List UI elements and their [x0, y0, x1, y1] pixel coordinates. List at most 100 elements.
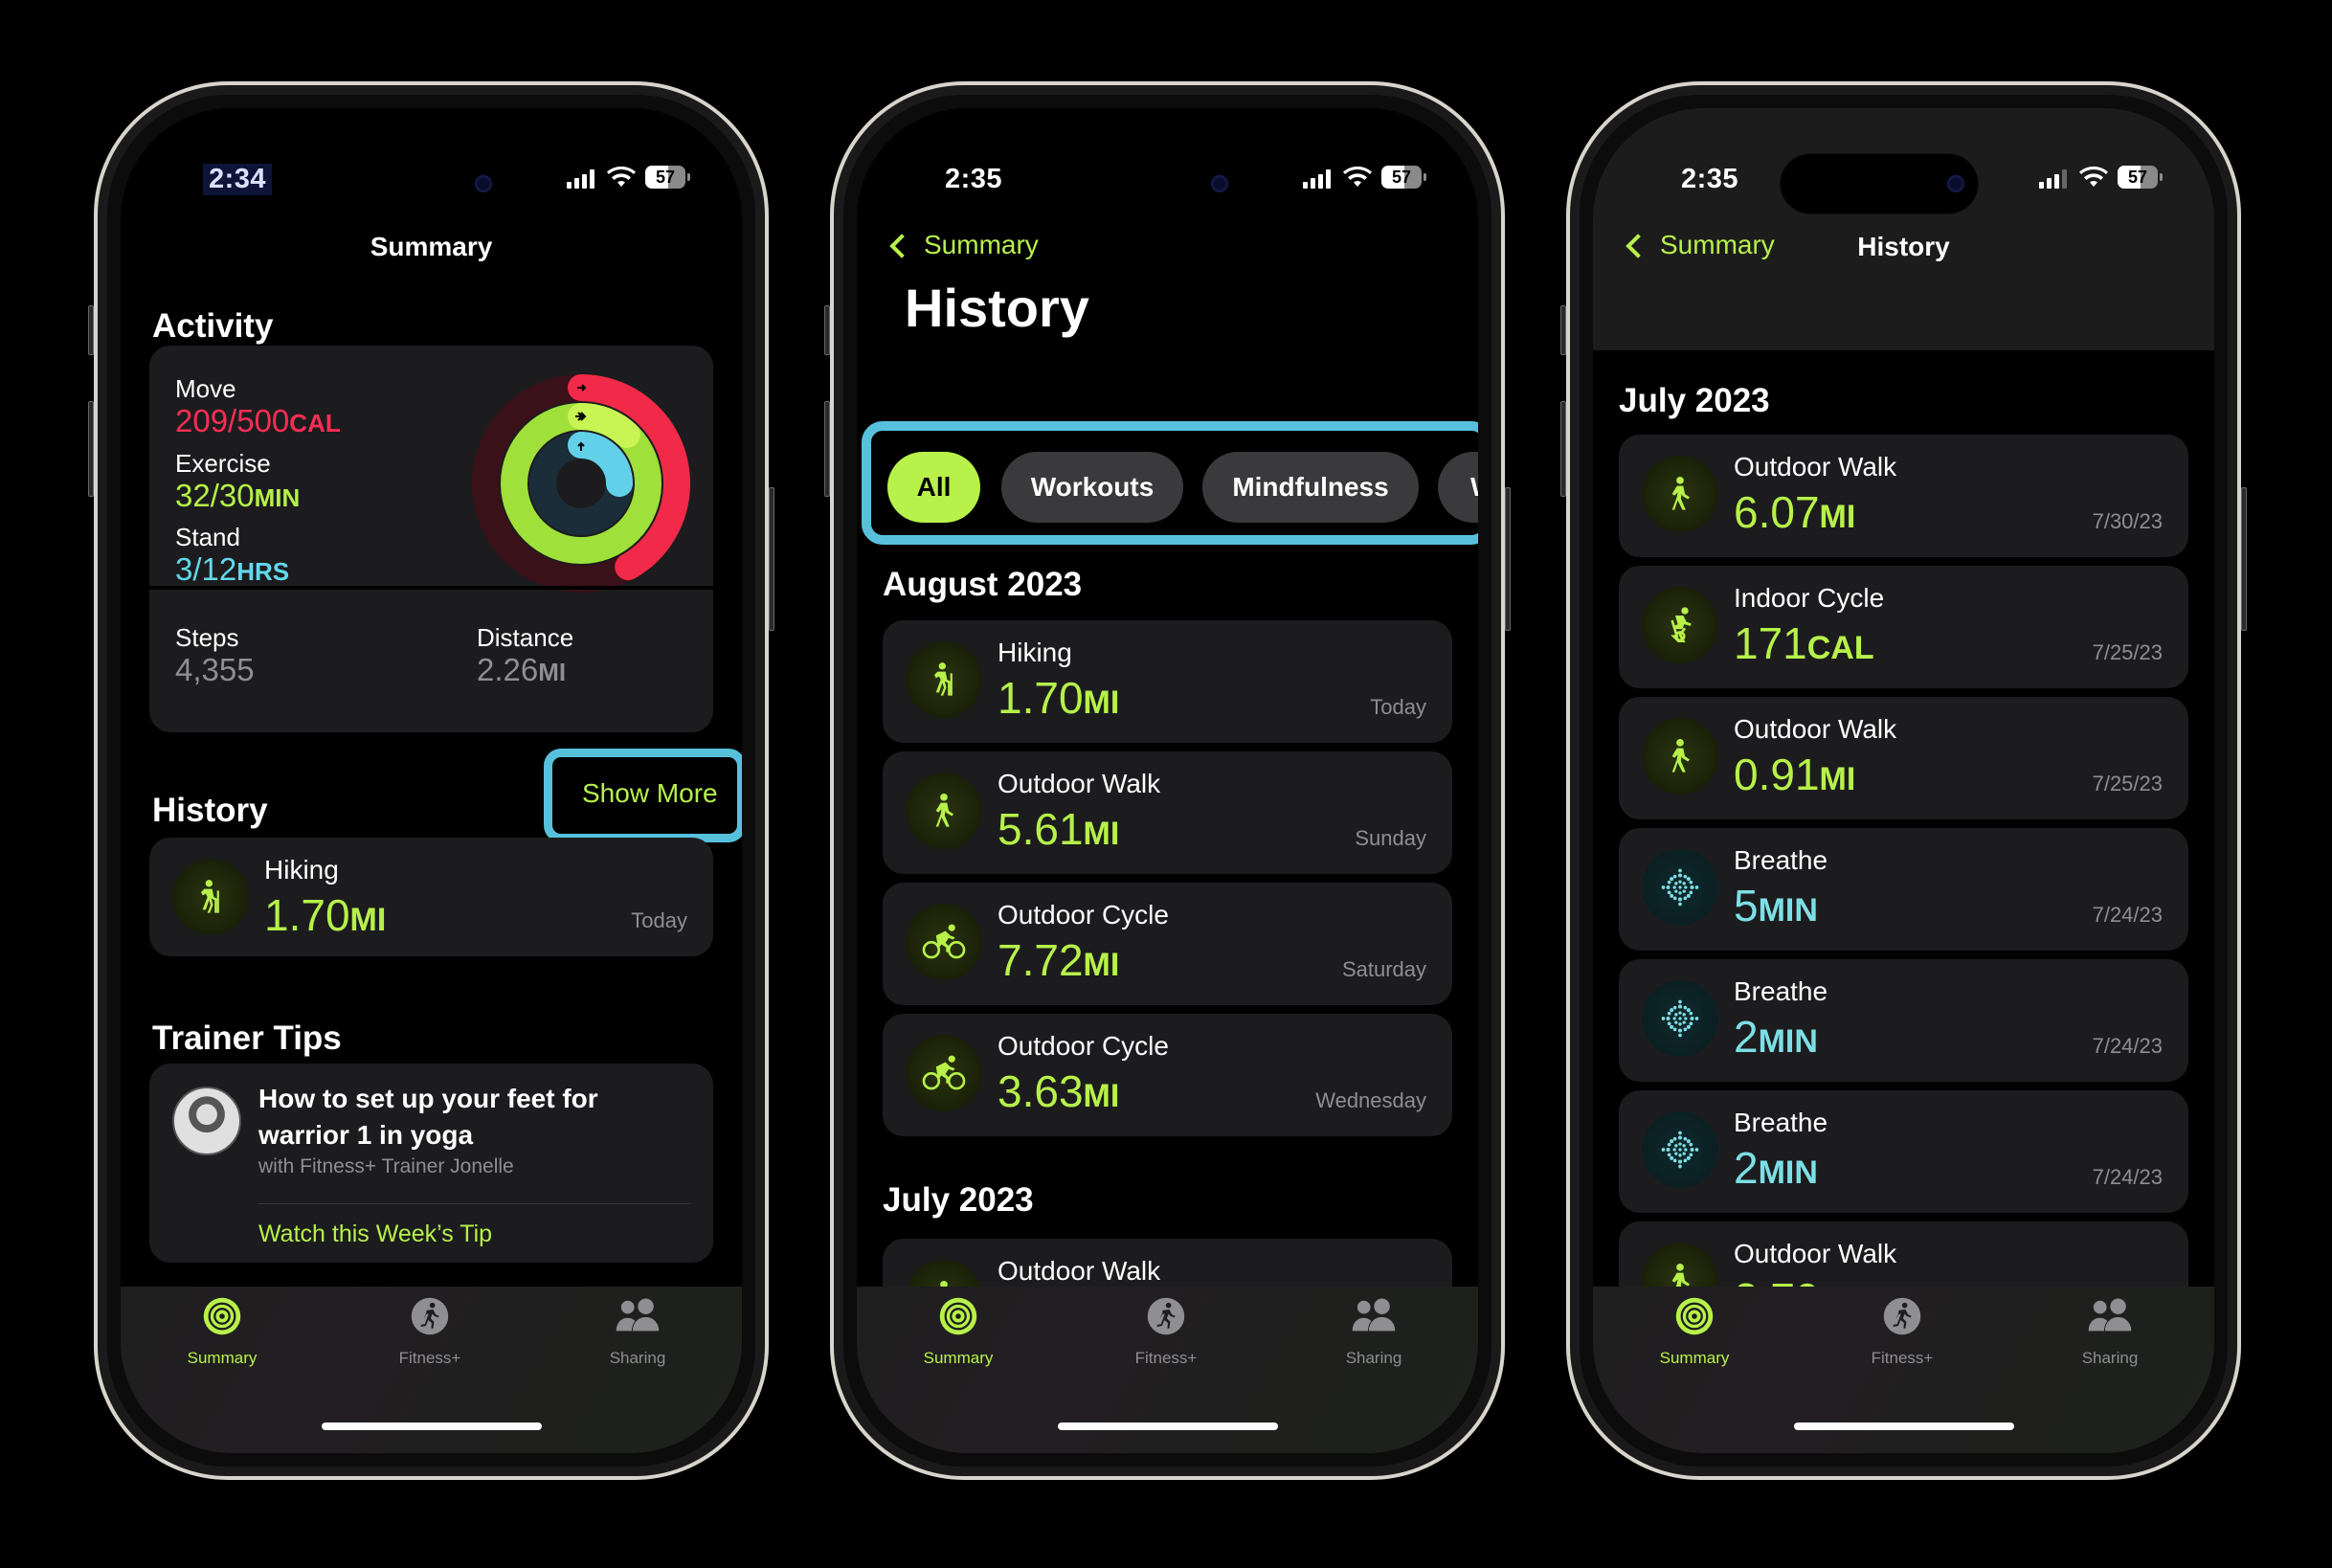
mute-switch: [88, 305, 94, 355]
workout-date: Today: [631, 908, 687, 932]
workout-name: Breathe: [1734, 976, 1828, 1006]
filter-more[interactable]: W: [1438, 452, 1478, 523]
watch-tip-link[interactable]: Watch this Week’s Tip: [258, 1221, 492, 1248]
stand-label: Stand: [175, 523, 240, 551]
steps-label: Steps: [175, 623, 239, 652]
home-indicator[interactable]: [321, 1422, 542, 1430]
show-more-button[interactable]: Show More: [582, 778, 718, 809]
workout-date: Sunday: [1355, 826, 1426, 850]
workout-value: 2MIN: [1734, 1143, 1818, 1193]
volume-up-button: [824, 401, 830, 497]
workout-row[interactable]: Breathe 5MIN 7/24/23: [1619, 828, 2188, 951]
workout-date: Wednesday: [1315, 1088, 1426, 1112]
workout-value: 5MIN: [1734, 881, 1818, 930]
tab-sharing[interactable]: Sharing: [571, 1296, 705, 1368]
camera-indicator: [475, 175, 492, 192]
workout-value: 1.70MI: [264, 890, 387, 940]
trainer-tip-card[interactable]: How to set up your feet for warrior 1 in…: [149, 1064, 713, 1263]
phone-history-top: 2:35 57 Summary History All Workouts Min…: [824, 81, 1511, 1480]
workout-name: Outdoor Walk: [1734, 452, 1897, 482]
section-heading: July 2023: [1619, 382, 1770, 419]
status-bar: 2:35 57: [857, 158, 1478, 217]
wifi-icon: [607, 166, 636, 187]
tab-bar: Summary Fitness+ Sharing: [121, 1287, 742, 1453]
tab-label: Summary: [187, 1349, 258, 1367]
fitness-plus-icon: [410, 1296, 450, 1336]
camera-indicator: [1947, 175, 1964, 192]
tab-label: Sharing: [2081, 1349, 2139, 1367]
tab-sharing[interactable]: Sharing: [2043, 1296, 2177, 1368]
home-indicator[interactable]: [1057, 1422, 1278, 1430]
sharing-icon: [615, 1296, 661, 1336]
breathe-icon: [1642, 980, 1718, 1057]
workout-row[interactable]: Outdoor Walk 0.91MI 7/25/23: [1619, 697, 2188, 819]
tab-label: Fitness+: [398, 1349, 461, 1367]
back-button[interactable]: Summary: [889, 230, 1039, 260]
workout-row[interactable]: Outdoor Walk 5.61MI Sunday: [883, 751, 1452, 874]
volume-up-button: [88, 401, 94, 497]
back-label: Summary: [924, 230, 1039, 259]
walk-icon: [1642, 456, 1718, 532]
activity-rings[interactable]: [472, 374, 690, 593]
distance-label: Distance: [477, 623, 574, 652]
workout-name: Indoor Cycle: [1734, 583, 1885, 613]
distance-value: 2.26MI: [477, 652, 567, 687]
tab-fitness-plus[interactable]: Fitness+: [1835, 1296, 1969, 1368]
filter-workouts[interactable]: Workouts: [1001, 452, 1183, 523]
phone-summary: 2:34 57 Summary Activity Move 209/500CAL…: [88, 81, 774, 1480]
workout-row[interactable]: Outdoor Walk 6.07MI 7/30/23: [1619, 435, 2188, 557]
sharing-icon: [1351, 1296, 1397, 1336]
tip-divider: [258, 1203, 690, 1204]
workout-name: Outdoor Walk: [998, 1256, 1161, 1286]
activity-rings-icon: [938, 1296, 978, 1336]
workout-value: 5.61MI: [998, 804, 1120, 854]
workout-name: Outdoor Walk: [998, 769, 1161, 798]
section-heading: August 2023: [883, 566, 1083, 603]
tab-label: Sharing: [609, 1349, 666, 1367]
tab-sharing[interactable]: Sharing: [1307, 1296, 1441, 1368]
workout-row[interactable]: Breathe 2MIN 7/24/23: [1619, 959, 2188, 1082]
activity-card[interactable]: Move 209/500CAL Exercise 32/30MIN Stand …: [149, 346, 713, 732]
workout-row[interactable]: Indoor Cycle 171CAL 7/25/23: [1619, 566, 2188, 688]
workout-date: Saturday: [1341, 957, 1426, 981]
status-time: 2:34: [203, 164, 273, 195]
home-indicator[interactable]: [1793, 1422, 2014, 1430]
workout-row[interactable]: Hiking 1.70MI Today: [883, 620, 1452, 743]
workout-name: Outdoor Walk: [1734, 1239, 1897, 1268]
workout-date: 7/24/23: [2092, 1165, 2163, 1189]
tab-summary[interactable]: Summary: [891, 1296, 1025, 1368]
history-heading: History: [152, 792, 268, 829]
screen: 2:35 57 Summary History All Workouts Min…: [857, 108, 1478, 1453]
workout-value: 3.63MI: [998, 1066, 1120, 1116]
workout-row[interactable]: Breathe 2MIN 7/24/23: [1619, 1090, 2188, 1213]
breathe-icon: [1642, 849, 1718, 926]
screen: 2:34 57 Summary Activity Move 209/500CAL…: [121, 108, 742, 1453]
walk-icon: [1642, 718, 1718, 795]
status-time: 2:35: [1681, 164, 1739, 194]
filter-all[interactable]: All: [887, 452, 980, 523]
workout-value: 1.70MI: [998, 673, 1120, 723]
workout-row[interactable]: Outdoor Cycle 7.72MI Saturday: [883, 883, 1452, 1005]
tab-fitness-plus[interactable]: Fitness+: [363, 1296, 497, 1368]
history-item[interactable]: Hiking 1.70MI Today: [149, 838, 713, 956]
filter-mindfulness[interactable]: Mindfulness: [1202, 452, 1419, 523]
cycle-icon: [906, 904, 982, 980]
steps-value: 4,355: [175, 652, 255, 687]
workout-date: 7/30/23: [2092, 509, 2163, 533]
exercise-value: 32/30MIN: [175, 478, 301, 513]
move-value: 209/500CAL: [175, 403, 341, 438]
tab-summary[interactable]: Summary: [155, 1296, 289, 1368]
activity-rings-icon: [202, 1296, 242, 1336]
tab-summary[interactable]: Summary: [1627, 1296, 1761, 1368]
indoor-cycle-icon: [1642, 587, 1718, 663]
tab-label: Sharing: [1345, 1349, 1402, 1367]
fitness-plus-icon: [1146, 1296, 1186, 1336]
tab-label: Fitness+: [1871, 1349, 1934, 1367]
cellular-signal-icon: [567, 169, 594, 189]
workout-name: Outdoor Cycle: [998, 1031, 1169, 1061]
exercise-label: Exercise: [175, 449, 271, 478]
workout-row[interactable]: Outdoor Cycle 3.63MI Wednesday: [883, 1014, 1452, 1136]
workout-name: Outdoor Walk: [1734, 714, 1897, 744]
workout-value: 0.91MI: [1734, 750, 1856, 799]
tab-fitness-plus[interactable]: Fitness+: [1099, 1296, 1233, 1368]
